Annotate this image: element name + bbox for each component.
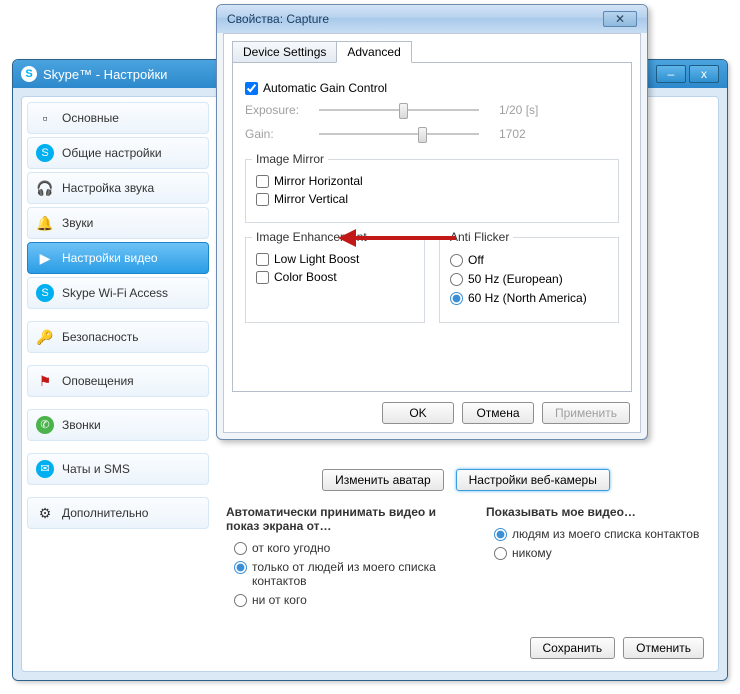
radio-anyone[interactable]: от кого угодно — [234, 541, 446, 555]
radio-show-contacts[interactable]: людям из моего списка контактов — [494, 527, 706, 541]
save-button[interactable]: Сохранить — [530, 637, 616, 659]
mirror-vertical-checkbox[interactable]: Mirror Vertical — [256, 192, 608, 206]
sidebar-item-general[interactable]: ▫Основные — [27, 102, 209, 134]
radio-show-nobody[interactable]: никому — [494, 546, 706, 560]
tabs: Device Settings Advanced — [232, 40, 640, 62]
image-mirror-group: Image Mirror Mirror Horizontal Mirror Ve… — [245, 159, 619, 223]
skype-logo-icon: S — [21, 66, 37, 82]
gain-row: Gain: 1702 — [245, 125, 619, 143]
gain-slider[interactable] — [319, 125, 479, 143]
sidebar-item-security[interactable]: 🔑Безопасность — [27, 321, 209, 353]
image-mirror-title: Image Mirror — [252, 152, 328, 166]
change-avatar-button[interactable]: Изменить аватар — [322, 469, 444, 491]
tab-advanced[interactable]: Advanced — [336, 41, 411, 63]
flicker-50[interactable]: 50 Hz (European) — [450, 272, 608, 286]
sidebar-item-advanced[interactable]: ⚙Дополнительно — [27, 497, 209, 529]
apply-button[interactable]: Применить — [542, 402, 630, 424]
sidebar-item-alerts[interactable]: ⚑Оповещения — [27, 365, 209, 397]
capture-properties-dialog: Свойства: Capture ✕ Device Settings Adva… — [216, 4, 648, 440]
image-enhancement-group: Image Enhancement Low Light Boost Color … — [245, 237, 425, 323]
agc-checkbox[interactable]: Automatic Gain Control — [245, 81, 619, 95]
bell-icon: 🔔 — [36, 214, 54, 232]
low-light-checkbox[interactable]: Low Light Boost — [256, 252, 414, 266]
minimize-button[interactable]: – — [656, 65, 686, 83]
chat-icon: ✉ — [36, 460, 54, 478]
show-video-title: Показывать мое видео… — [486, 505, 706, 519]
sidebar-item-common[interactable]: SОбщие настройки — [27, 137, 209, 169]
camera-icon: ▶ — [36, 249, 54, 267]
exposure-slider[interactable] — [319, 101, 479, 119]
sidebar-item-calls[interactable]: ✆Звонки — [27, 409, 209, 441]
auto-accept-title: Автоматически принимать видео и показ эк… — [226, 505, 446, 533]
cancel-button[interactable]: Отменить — [623, 637, 704, 659]
sidebar: ▫Основные SОбщие настройки 🎧Настройка зв… — [22, 97, 214, 671]
phone-icon: ✆ — [36, 416, 54, 434]
anti-flicker-group: Anti Flicker Off 50 Hz (European) 60 Hz … — [439, 237, 619, 323]
sidebar-item-wifi[interactable]: SSkype Wi-Fi Access — [27, 277, 209, 309]
mirror-horizontal-checkbox[interactable]: Mirror Horizontal — [256, 174, 608, 188]
webcam-settings-button[interactable]: Настройки веб-камеры — [456, 469, 610, 491]
exposure-value: 1/20 [s] — [499, 103, 538, 117]
tab-device-settings[interactable]: Device Settings — [232, 41, 337, 63]
gain-value: 1702 — [499, 127, 526, 141]
close-button[interactable]: x — [689, 65, 719, 83]
flicker-60[interactable]: 60 Hz (North America) — [450, 291, 608, 305]
flag-icon: ⚑ — [36, 372, 54, 390]
flicker-off[interactable]: Off — [450, 253, 608, 267]
show-video-section: Показывать мое видео… людям из моего спи… — [486, 505, 706, 612]
image-enhancement-title: Image Enhancement — [252, 230, 371, 244]
gear-icon: ⚙ — [36, 504, 54, 522]
tab-panel-advanced: Automatic Gain Control Exposure: 1/20 [s… — [232, 62, 632, 392]
sidebar-item-video[interactable]: ▶Настройки видео — [27, 242, 209, 274]
radio-contacts[interactable]: только от людей из моего списка контакто… — [234, 560, 446, 588]
skype-icon: S — [36, 284, 54, 302]
radio-nobody[interactable]: ни от кого — [234, 593, 446, 607]
sidebar-item-audio[interactable]: 🎧Настройка звука — [27, 172, 209, 204]
exposure-label: Exposure: — [245, 103, 313, 117]
ok-button[interactable]: OK — [382, 402, 454, 424]
gain-label: Gain: — [245, 127, 313, 141]
key-icon: 🔑 — [36, 328, 54, 346]
sidebar-item-sounds[interactable]: 🔔Звуки — [27, 207, 209, 239]
general-icon: ▫ — [36, 109, 54, 127]
skype-icon: S — [36, 144, 54, 162]
capture-titlebar: Свойства: Capture ✕ — [217, 5, 647, 33]
exposure-row: Exposure: 1/20 [s] — [245, 101, 619, 119]
headset-icon: 🎧 — [36, 179, 54, 197]
skype-title: Skype™ - Настройки — [43, 67, 167, 82]
color-boost-checkbox[interactable]: Color Boost — [256, 270, 414, 284]
capture-title: Свойства: Capture — [227, 12, 329, 26]
capture-body: Device Settings Advanced Automatic Gain … — [223, 33, 641, 433]
auto-accept-section: Автоматически принимать видео и показ эк… — [226, 505, 446, 612]
capture-close-button[interactable]: ✕ — [603, 11, 637, 27]
sidebar-item-chats[interactable]: ✉Чаты и SMS — [27, 453, 209, 485]
anti-flicker-title: Anti Flicker — [446, 230, 513, 244]
dlg-cancel-button[interactable]: Отмена — [462, 402, 534, 424]
